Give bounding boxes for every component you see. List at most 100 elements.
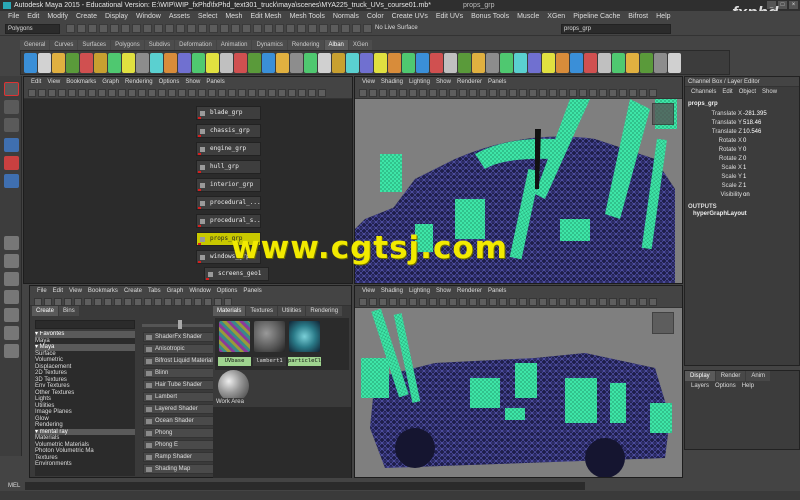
hypergraph-tool-icon[interactable] bbox=[218, 89, 226, 97]
panel-menu-item[interactable]: Shading bbox=[378, 286, 406, 296]
viewport-tool-icon[interactable] bbox=[639, 89, 647, 97]
hypershade-tool-icon[interactable] bbox=[114, 298, 122, 306]
shelf-tool-icon[interactable] bbox=[430, 53, 443, 73]
viewport-tool-icon[interactable] bbox=[359, 89, 367, 97]
layout-hypershade-icon[interactable] bbox=[4, 326, 19, 340]
layer-editor-tab[interactable]: Render bbox=[715, 371, 746, 381]
hypergraph-tool-icon[interactable] bbox=[178, 89, 186, 97]
panel-menu-item[interactable]: Panels bbox=[240, 286, 264, 296]
shelf-tool-icon[interactable] bbox=[206, 53, 219, 73]
status-tool-icon[interactable] bbox=[66, 24, 75, 33]
shelf-tool-icon[interactable] bbox=[164, 53, 177, 73]
viewport-tool-icon[interactable] bbox=[589, 298, 597, 306]
viewport-tool-icon[interactable] bbox=[379, 89, 387, 97]
hypergraph-tool-icon[interactable] bbox=[138, 89, 146, 97]
viewport-tool-icon[interactable] bbox=[519, 89, 527, 97]
output-node[interactable]: hyperGraphLayout bbox=[685, 210, 799, 218]
status-tool-icon[interactable] bbox=[363, 24, 372, 33]
panel-menu-item[interactable]: Renderer bbox=[454, 286, 485, 296]
status-tool-icon[interactable] bbox=[275, 24, 284, 33]
hypershade-tool-icon[interactable] bbox=[54, 298, 62, 306]
shelf-tool-icon[interactable] bbox=[654, 53, 667, 73]
hypergraph-tool-icon[interactable] bbox=[318, 89, 326, 97]
channel-value[interactable]: 0 bbox=[743, 146, 795, 155]
lasso-tool-icon[interactable] bbox=[4, 100, 19, 114]
viewport-tool-icon[interactable] bbox=[489, 298, 497, 306]
viewport-tool-icon[interactable] bbox=[509, 298, 517, 306]
viewport-tool-icon[interactable] bbox=[609, 89, 617, 97]
shelf-tool-icon[interactable] bbox=[416, 53, 429, 73]
channel-value[interactable]: on bbox=[743, 191, 795, 200]
panel-menu-item[interactable]: Show bbox=[182, 77, 203, 87]
shelf-tool-icon[interactable] bbox=[374, 53, 387, 73]
hypershade-tool-icon[interactable] bbox=[184, 298, 192, 306]
viewport-tool-icon[interactable] bbox=[639, 298, 647, 306]
shelf-tool-icon[interactable] bbox=[178, 53, 191, 73]
status-tool-icon[interactable] bbox=[352, 24, 361, 33]
panel-menu-item[interactable]: Bookmarks bbox=[85, 286, 121, 296]
panel-menu-item[interactable]: Panels bbox=[485, 286, 509, 296]
status-tool-icon[interactable] bbox=[308, 24, 317, 33]
viewport-tool-icon[interactable] bbox=[589, 89, 597, 97]
channel-value[interactable]: 0 bbox=[743, 155, 795, 164]
shelf-tool-icon[interactable] bbox=[80, 53, 93, 73]
hypershade-tool-icon[interactable] bbox=[44, 298, 52, 306]
status-tool-icon[interactable] bbox=[110, 24, 119, 33]
status-tool-icon[interactable] bbox=[297, 24, 306, 33]
menu-item[interactable]: Normals bbox=[329, 11, 363, 22]
shelf-tool-icon[interactable] bbox=[584, 53, 597, 73]
viewcube-icon[interactable] bbox=[652, 312, 674, 334]
panel-menu-item[interactable]: Panels bbox=[203, 77, 227, 87]
shelf-tool-icon[interactable] bbox=[220, 53, 233, 73]
panel-menu-item[interactable]: View bbox=[66, 286, 85, 296]
viewport-tool-icon[interactable] bbox=[439, 298, 447, 306]
channel-value[interactable]: 1 bbox=[743, 164, 795, 173]
shelf-tool-icon[interactable] bbox=[248, 53, 261, 73]
panel-menu-item[interactable]: Renderer bbox=[454, 77, 485, 87]
layer-editor-menu-item[interactable]: Help bbox=[739, 381, 757, 391]
status-tool-icon[interactable] bbox=[330, 24, 339, 33]
viewport-tool-icon[interactable] bbox=[549, 298, 557, 306]
viewport-tool-icon[interactable] bbox=[449, 298, 457, 306]
hypergraph-tool-icon[interactable] bbox=[228, 89, 236, 97]
viewport-tool-icon[interactable] bbox=[459, 298, 467, 306]
shelf-tab[interactable]: Deformation bbox=[175, 40, 216, 50]
shelf-tool-icon[interactable] bbox=[598, 53, 611, 73]
panel-menu-item[interactable]: Create bbox=[121, 286, 145, 296]
layout-single-icon[interactable] bbox=[4, 236, 19, 250]
layer-editor-tab[interactable]: Anim bbox=[746, 371, 771, 381]
viewport-tool-icon[interactable] bbox=[529, 298, 537, 306]
shelf-tool-icon[interactable] bbox=[360, 53, 373, 73]
move-tool-icon[interactable] bbox=[4, 138, 19, 152]
hypershade-tool-icon[interactable] bbox=[194, 298, 202, 306]
menu-item[interactable]: XGen bbox=[543, 11, 569, 22]
shelf-tool-icon[interactable] bbox=[108, 53, 121, 73]
hypergraph-node[interactable]: chassis_grp bbox=[196, 124, 261, 138]
shelf-tool-icon[interactable] bbox=[500, 53, 513, 73]
menu-item[interactable]: Bifrost bbox=[624, 11, 652, 22]
layer-editor-tab[interactable]: Display bbox=[685, 371, 715, 381]
hypershade-tool-icon[interactable] bbox=[174, 298, 182, 306]
shelf-tool-icon[interactable] bbox=[472, 53, 485, 73]
viewport-tool-icon[interactable] bbox=[499, 298, 507, 306]
status-tool-icon[interactable] bbox=[176, 24, 185, 33]
hypergraph-node[interactable]: blade_grp bbox=[196, 106, 261, 120]
material-swatch[interactable]: lambert1 bbox=[253, 320, 286, 366]
viewport-tool-icon[interactable] bbox=[559, 89, 567, 97]
status-tool-icon[interactable] bbox=[165, 24, 174, 33]
viewport-tool-icon[interactable] bbox=[519, 298, 527, 306]
panel-menu-item[interactable]: Options bbox=[156, 77, 183, 87]
layout-side-icon[interactable] bbox=[4, 272, 19, 286]
menu-set-selector[interactable]: Polygons bbox=[5, 24, 60, 34]
status-tool-icon[interactable] bbox=[231, 24, 240, 33]
hypershade-tool-icon[interactable] bbox=[134, 298, 142, 306]
viewport-tool-icon[interactable] bbox=[359, 298, 367, 306]
panel-menu-item[interactable]: Rendering bbox=[122, 77, 156, 87]
viewport-tool-icon[interactable] bbox=[419, 89, 427, 97]
hypershade-filter-input[interactable] bbox=[35, 320, 135, 329]
shelf-tab[interactable]: XGen bbox=[348, 40, 373, 50]
hypergraph-tool-icon[interactable] bbox=[298, 89, 306, 97]
channel-row[interactable]: Translate Z 10.546 bbox=[685, 128, 799, 137]
viewport-tool-icon[interactable] bbox=[579, 298, 587, 306]
panel-menu-item[interactable]: Tabs bbox=[145, 286, 164, 296]
